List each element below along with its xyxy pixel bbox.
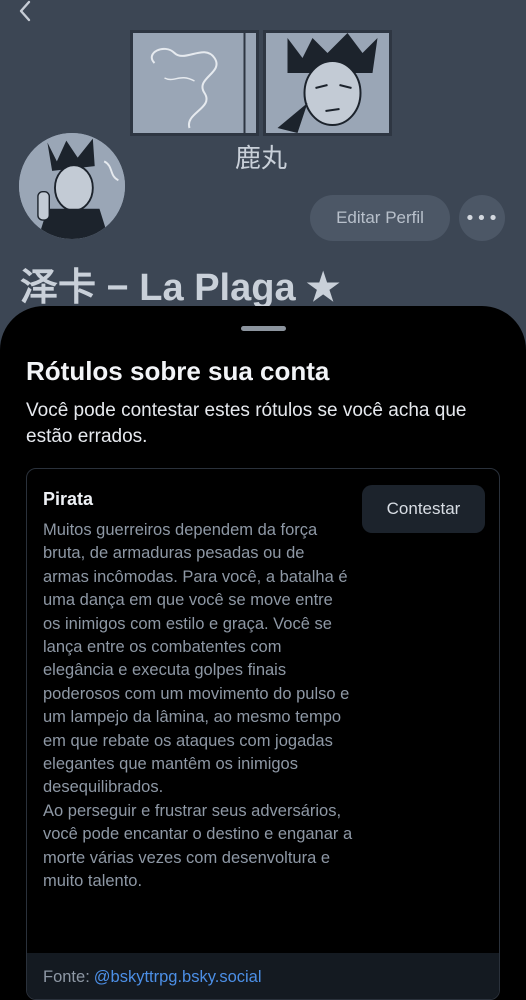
sheet-drag-handle[interactable] xyxy=(241,326,286,331)
label-name: Pirata xyxy=(43,489,94,509)
sheet-subtitle: Você pode contestar estes rótulos se voc… xyxy=(26,400,467,447)
profile-display-name: 泽卡 − La Plaga ★ xyxy=(20,267,341,309)
label-description: Muitos guerreiros dependem da força brut… xyxy=(43,519,353,894)
profile-banner[interactable] xyxy=(130,30,392,136)
source-prefix: Fonte: xyxy=(43,967,90,986)
label-source: Fonte: @bskyttrpg.bsky.social xyxy=(27,953,499,999)
label-description-paragraph: Muitos guerreiros dependem da força brut… xyxy=(43,521,350,797)
label-description-paragraph: Ao perseguir e frustrar seus adversários… xyxy=(43,801,353,891)
avatar[interactable] xyxy=(16,130,128,242)
banner-image-character xyxy=(263,30,392,136)
contest-button[interactable]: Contestar xyxy=(362,485,485,533)
edit-profile-button[interactable]: Editar Perfil xyxy=(310,195,450,241)
more-options-button[interactable]: ••• xyxy=(459,195,505,241)
banner-image-smoke xyxy=(130,30,259,136)
banner-caption: 鹿丸 xyxy=(234,144,287,174)
ellipsis-icon: ••• xyxy=(464,207,500,229)
chevron-left-icon xyxy=(19,0,31,22)
profile-header: 鹿丸 Editar Perfil ••• 泽卡 − La Plaga ★ xyxy=(0,0,526,340)
sheet-title: Rótulos sobre sua conta xyxy=(26,356,330,386)
label-card: Pirata Muitos guerreiros dependem da for… xyxy=(26,468,500,1000)
back-button[interactable] xyxy=(10,0,40,28)
labels-bottom-sheet: Rótulos sobre sua conta Você pode contes… xyxy=(0,306,526,1000)
source-link[interactable]: @bskyttrpg.bsky.social xyxy=(94,968,262,987)
